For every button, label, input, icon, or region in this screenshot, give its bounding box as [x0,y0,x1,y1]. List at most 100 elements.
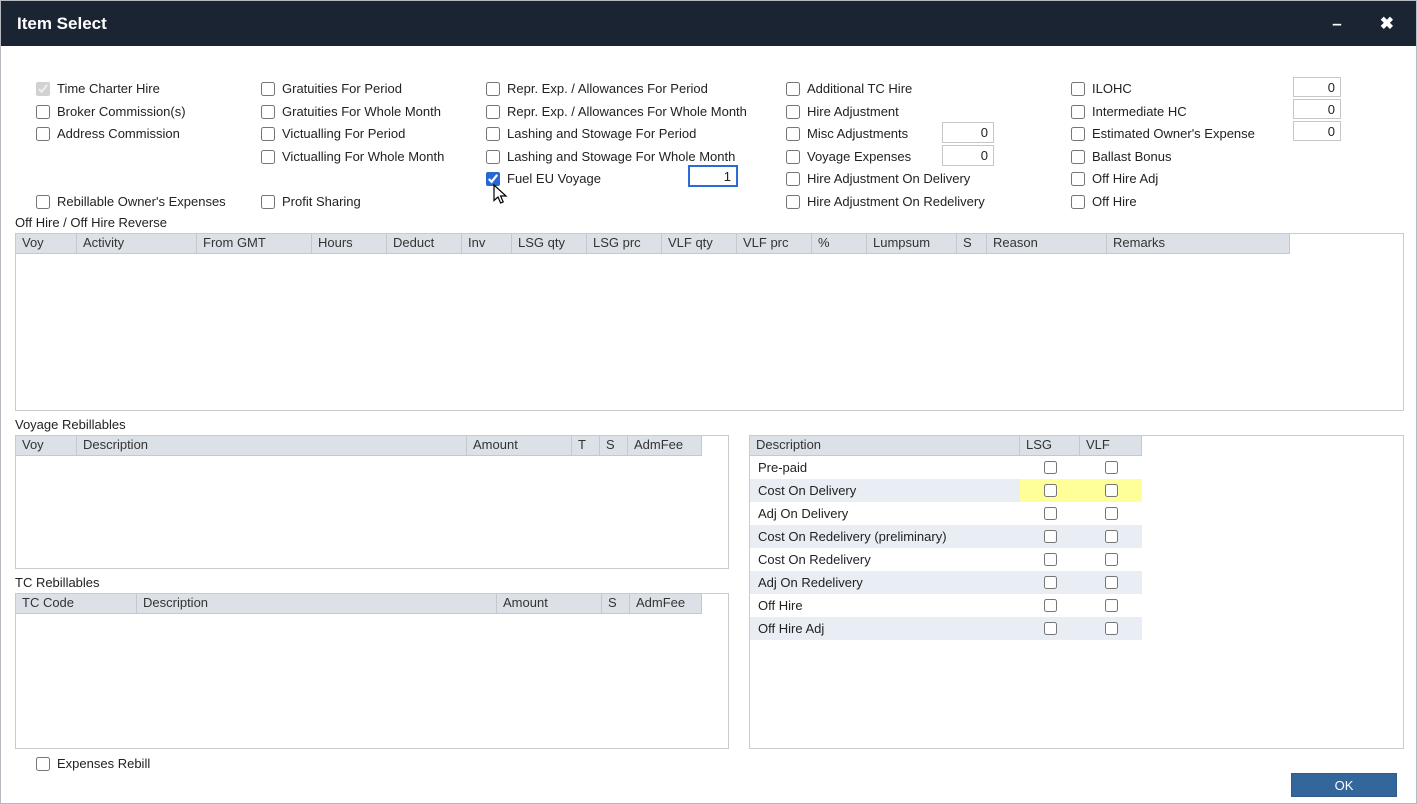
checkbox-broker-commissions[interactable]: Broker Commission(s) [36,103,186,120]
victualling-for-period-checkbox[interactable] [261,127,275,141]
cost-row-label: Off Hire Adj [750,617,1020,640]
ballast-bonus-checkbox[interactable] [1071,150,1085,164]
off-hire-adj-vlf-checkbox[interactable] [1105,622,1118,635]
cost-on-redelivery-preliminary-vlf-checkbox[interactable] [1105,530,1118,543]
col-header-from-gmt: From GMT [197,234,312,254]
checkbox-intermediate-hc[interactable]: Intermediate HC [1071,103,1187,120]
col-header-vlf-qty: VLF qty [662,234,737,254]
cost-row-label: Pre-paid [750,456,1020,479]
checkbox-gratuities-for-period[interactable]: Gratuities For Period [261,80,402,97]
estimated-owners-expense-input[interactable] [1293,121,1341,141]
off-hire-adj-lsg-checkbox[interactable] [1044,622,1057,635]
checkbox-victualling-for-whole-month[interactable]: Victualling For Whole Month [261,148,444,165]
checkbox-additional-tc-hire[interactable]: Additional TC Hire [786,80,912,97]
pre-paid-lsg-checkbox[interactable] [1044,461,1057,474]
col-header-description: Description [77,436,467,456]
hire-adjustment-on-delivery-checkbox[interactable] [786,172,800,186]
close-button[interactable]: ✖ [1376,13,1398,34]
col-header-amount: Amount [467,436,572,456]
voyage-expenses-checkbox[interactable] [786,150,800,164]
off-hire-table: Voy Activity From GMT Hours Deduct Inv L… [15,233,1404,411]
checkbox-time-charter-hire[interactable]: Time Charter Hire [36,80,160,97]
checkbox-rebillable-owners-expenses[interactable]: Rebillable Owner's Expenses [36,193,226,210]
pre-paid-vlf-checkbox[interactable] [1105,461,1118,474]
checkbox-hire-adjustment-on-delivery[interactable]: Hire Adjustment On Delivery [786,170,970,187]
additional-tc-hire-checkbox[interactable] [786,82,800,96]
checkbox-fuel-eu-voyage[interactable]: Fuel EU Voyage [486,170,601,187]
off-hire-vlf-checkbox[interactable] [1105,599,1118,612]
misc-adjustments-input[interactable] [942,122,994,143]
time-charter-hire-checkbox[interactable] [36,82,50,96]
adj-on-delivery-vlf-checkbox[interactable] [1105,507,1118,520]
rebillable-owners-expenses-checkbox[interactable] [36,195,50,209]
checkbox-lashing-and-stowage-for-period[interactable]: Lashing and Stowage For Period [486,125,696,142]
col-header-s: S [957,234,987,254]
checkbox-address-commission[interactable]: Address Commission [36,125,180,142]
expenses-rebill-checkbox[interactable] [36,757,50,771]
checkbox-estimated-owners-expense[interactable]: Estimated Owner's Expense [1071,125,1255,142]
address-commission-checkbox[interactable] [36,127,50,141]
broker-commissions-checkbox[interactable] [36,105,50,119]
checkbox-off-hire[interactable]: Off Hire [1071,193,1137,210]
ilohc-input[interactable] [1293,77,1341,97]
checkbox-repr-exp-allowances-for-period[interactable]: Repr. Exp. / Allowances For Period [486,80,708,97]
checkbox-ballast-bonus[interactable]: Ballast Bonus [1071,148,1172,165]
ilohc-checkbox[interactable] [1071,82,1085,96]
estimated-owners-expense-checkbox[interactable] [1071,127,1085,141]
checkbox-label: Additional TC Hire [807,81,912,96]
cost-on-redelivery-vlf-checkbox[interactable] [1105,553,1118,566]
off-hire-checkbox[interactable] [1071,195,1085,209]
checkbox-gratuities-for-whole-month[interactable]: Gratuities For Whole Month [261,103,441,120]
checkbox-label: Rebillable Owner's Expenses [57,194,226,209]
checkbox-voyage-expenses[interactable]: Voyage Expenses [786,148,911,165]
intermediate-hc-checkbox[interactable] [1071,105,1085,119]
repr-exp-allowances-for-whole-month-checkbox[interactable] [486,105,500,119]
checkbox-hire-adjustment[interactable]: Hire Adjustment [786,103,899,120]
fuel-eu-voyage-input[interactable] [688,165,738,187]
checkbox-lashing-and-stowage-for-whole-month[interactable]: Lashing and Stowage For Whole Month [486,148,735,165]
col-header-s: S [600,436,628,456]
off-hire-adj-checkbox[interactable] [1071,172,1085,186]
checkbox-label: Repr. Exp. / Allowances For Whole Month [507,104,747,119]
checkbox-label: Time Charter Hire [57,81,160,96]
cost-table: Description LSG VLF Pre-paid Cost On Del… [749,435,1404,749]
checkbox-hire-adjustment-on-redelivery[interactable]: Hire Adjustment On Redelivery [786,193,985,210]
gratuities-for-whole-month-checkbox[interactable] [261,105,275,119]
repr-exp-allowances-for-period-checkbox[interactable] [486,82,500,96]
checkbox-label: ILOHC [1092,81,1132,96]
checkbox-off-hire-adj[interactable]: Off Hire Adj [1071,170,1158,187]
cost-row-label: Adj On Delivery [750,502,1020,525]
off-hire-lsg-checkbox[interactable] [1044,599,1057,612]
victualling-for-whole-month-checkbox[interactable] [261,150,275,164]
cost-row-cost-on-delivery: Cost On Delivery [750,479,1142,502]
cost-on-delivery-vlf-checkbox[interactable] [1105,484,1118,497]
gratuities-for-period-checkbox[interactable] [261,82,275,96]
profit-sharing-checkbox[interactable] [261,195,275,209]
checkbox-repr-exp-allowances-for-whole-month[interactable]: Repr. Exp. / Allowances For Whole Month [486,103,747,120]
fuel-eu-voyage-checkbox[interactable] [486,172,500,186]
checkbox-ilohc[interactable]: ILOHC [1071,80,1132,97]
ok-button[interactable]: OK [1291,773,1397,797]
hire-adjustment-checkbox[interactable] [786,105,800,119]
adj-on-redelivery-vlf-checkbox[interactable] [1105,576,1118,589]
checkbox-expenses-rebill[interactable]: Expenses Rebill [36,755,150,772]
misc-adjustments-checkbox[interactable] [786,127,800,141]
hire-adjustment-on-redelivery-checkbox[interactable] [786,195,800,209]
checkbox-victualling-for-period[interactable]: Victualling For Period [261,125,405,142]
lashing-and-stowage-for-whole-month-checkbox[interactable] [486,150,500,164]
minimize-button[interactable]: – [1328,13,1345,34]
cost-on-redelivery-preliminary-lsg-checkbox[interactable] [1044,530,1057,543]
cost-on-redelivery-lsg-checkbox[interactable] [1044,553,1057,566]
checkbox-label: Estimated Owner's Expense [1092,126,1255,141]
voyage-expenses-input[interactable] [942,145,994,166]
mouse-cursor [493,184,509,206]
adj-on-redelivery-lsg-checkbox[interactable] [1044,576,1057,589]
cost-on-delivery-lsg-checkbox[interactable] [1044,484,1057,497]
lashing-and-stowage-for-period-checkbox[interactable] [486,127,500,141]
checkbox-profit-sharing[interactable]: Profit Sharing [261,193,361,210]
checkbox-misc-adjustments[interactable]: Misc Adjustments [786,125,908,142]
intermediate-hc-input[interactable] [1293,99,1341,119]
adj-on-delivery-lsg-checkbox[interactable] [1044,507,1057,520]
voyage-rebillables-table: Voy Description Amount T S AdmFee [15,435,729,569]
col-header-admfee: AdmFee [628,436,702,456]
